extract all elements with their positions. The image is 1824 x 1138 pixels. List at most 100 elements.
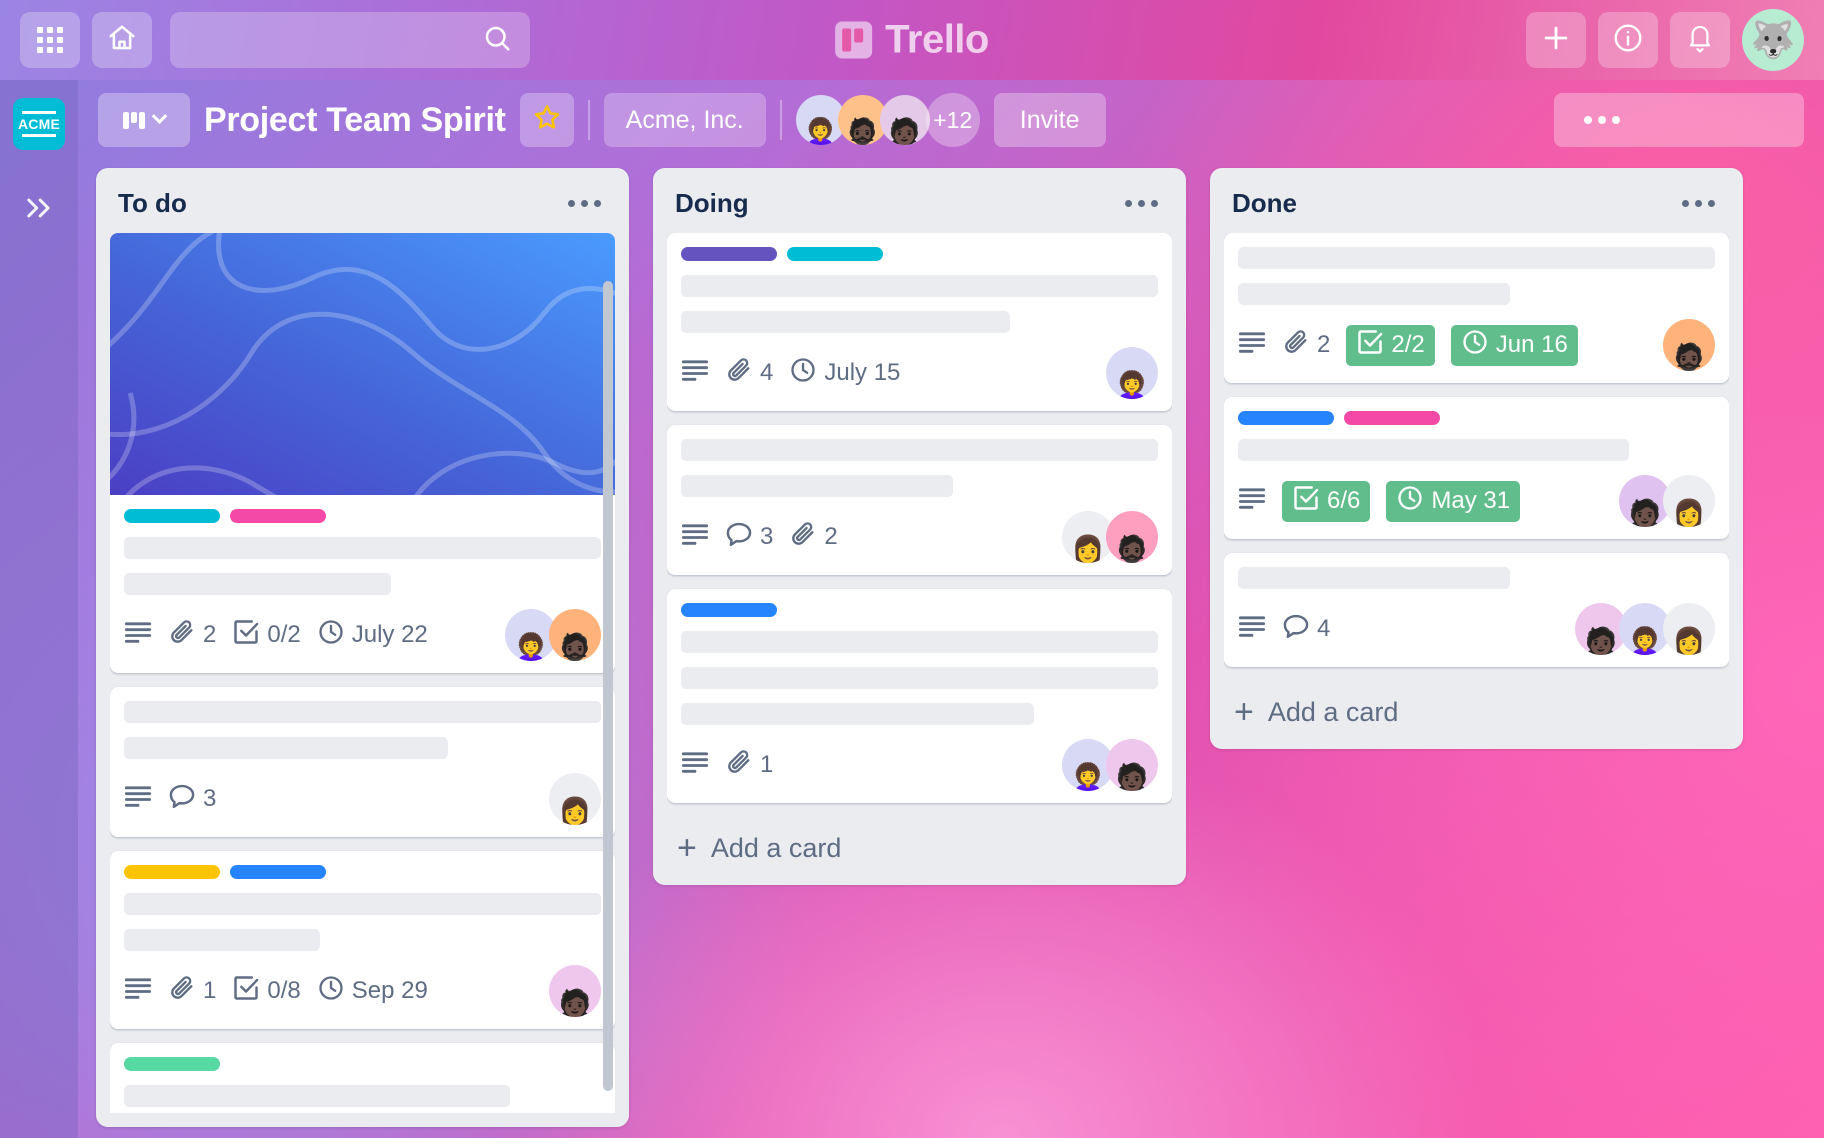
avatar[interactable]: 👩 [549, 773, 601, 825]
board-title: Project Team Spirit [204, 100, 506, 139]
chevron-down-icon [151, 107, 168, 124]
avatar[interactable]: 🧔🏿 [1663, 319, 1715, 371]
bell-icon [1685, 22, 1715, 59]
card-label[interactable] [787, 247, 883, 261]
card-label[interactable] [230, 865, 326, 879]
add-button[interactable] [1526, 12, 1586, 68]
badge-text: Sep 29 [351, 977, 428, 1004]
card-content: 2 2/2 Jun 16 🧔🏿 [1224, 233, 1729, 383]
avatar[interactable]: 👩‍🦱 [1106, 347, 1158, 399]
card-badge-checklist[interactable]: 0/2 [232, 618, 301, 653]
card-label[interactable] [124, 1057, 220, 1071]
card-badge-attachment[interactable]: 2 [168, 618, 216, 653]
card-badge-description[interactable] [124, 784, 152, 815]
card-badge-attachment[interactable]: 4 [725, 356, 773, 391]
star-board-button[interactable] [519, 93, 574, 147]
paperclip-icon [168, 974, 196, 1009]
notifications-button[interactable] [1670, 12, 1730, 68]
avatar[interactable]: 🧑🏿 [1106, 739, 1158, 791]
info-button[interactable] [1598, 12, 1658, 68]
invite-button[interactable]: Invite [993, 93, 1106, 147]
board-members: 👩‍🦱 🧔🏿 🧑🏿 +12 [795, 93, 980, 147]
card-label[interactable] [681, 603, 777, 617]
card-badge-description[interactable] [681, 750, 709, 781]
list-cards: 4 July 15 👩‍🦱 3 2 👩 🧔🏿 1 👩‍🦱 🧑🏿 + Add a card [667, 233, 1172, 871]
trello-brand: Trello [835, 18, 989, 63]
board-card[interactable]: 1 👩‍🦱 🧑🏿 [667, 589, 1172, 803]
avatar[interactable]: 🧑🏿 [879, 95, 930, 145]
home-button[interactable] [92, 12, 152, 68]
card-badge-description[interactable] [124, 976, 152, 1007]
expand-sidebar-button[interactable] [22, 194, 56, 226]
add-a-card-button[interactable]: + Add a card [667, 817, 1172, 871]
avatar[interactable]: 🧔🏿 [1106, 511, 1158, 563]
card-title-placeholder [681, 631, 1158, 653]
card-badge-attachment[interactable]: 1 [725, 748, 773, 783]
board-card[interactable]: 6/6 May 31 🧑🏿 👩 [1224, 397, 1729, 539]
card-label[interactable] [681, 247, 777, 261]
card-label[interactable] [1344, 411, 1440, 425]
avatar[interactable]: 🧑🏿 [549, 965, 601, 1017]
card-badge-attachment[interactable]: 1 [168, 974, 216, 1009]
search-icon[interactable] [482, 23, 512, 58]
list-menu-button[interactable] [562, 194, 607, 213]
card-title-placeholder [1238, 439, 1630, 461]
board-card[interactable]: 4 July 15 👩‍🦱 [667, 233, 1172, 411]
board-view-selector[interactable] [98, 93, 190, 147]
card-badge-description[interactable] [681, 522, 709, 553]
workspace-logo[interactable]: ACME [13, 98, 65, 150]
board-card[interactable] [110, 1043, 615, 1113]
card-badge-description[interactable] [124, 620, 152, 651]
card-badge-due[interactable]: May 31 [1386, 480, 1521, 522]
board-card[interactable]: 3 2 👩 🧔🏿 [667, 425, 1172, 575]
board-menu-button[interactable] [1554, 93, 1804, 147]
card-badge-description[interactable] [1238, 614, 1266, 645]
card-badge-description[interactable] [681, 358, 709, 389]
card-badge-due[interactable]: July 22 [317, 618, 428, 653]
checkbox-icon [1292, 484, 1320, 519]
list-scrollbar[interactable] [603, 281, 613, 1091]
card-badge-comment[interactable]: 3 [168, 783, 216, 816]
add-a-card-button[interactable]: + Add a card [1224, 681, 1729, 735]
card-badge-checklist[interactable]: 0/8 [232, 974, 301, 1009]
avatar[interactable]: 🧔🏿 [549, 609, 601, 661]
card-label[interactable] [230, 509, 326, 523]
search-bar[interactable] [170, 12, 530, 68]
board-card[interactable]: 2 0/2 July 22 👩‍🦱 🧔🏿 [110, 233, 615, 673]
board-card[interactable]: 2 2/2 Jun 16 🧔🏿 [1224, 233, 1729, 383]
card-badge-description[interactable] [1238, 486, 1266, 517]
ellipsis-dot [1598, 116, 1606, 124]
apps-grid-button[interactable] [20, 12, 80, 68]
board-card[interactable]: 4 🧑🏿 👩‍🦱 👩 [1224, 553, 1729, 667]
card-label[interactable] [124, 509, 220, 523]
board-card[interactable]: 3 👩 [110, 687, 615, 837]
avatar[interactable]: 👩 [1663, 603, 1715, 655]
card-label[interactable] [1238, 411, 1334, 425]
card-members: 🧑🏿 👩‍🦱 👩 [1575, 603, 1715, 655]
user-avatar[interactable]: 🐺 [1742, 9, 1804, 71]
avatar[interactable]: 👩 [1663, 475, 1715, 527]
card-badge-due[interactable]: Sep 29 [317, 974, 428, 1009]
card-badge-attachment[interactable]: 2 [1282, 328, 1330, 363]
card-badge-checklist[interactable]: 2/2 [1346, 324, 1435, 366]
card-title-placeholder [1238, 283, 1510, 305]
description-icon [681, 358, 709, 389]
board-card[interactable]: 1 0/8 Sep 29 🧑🏿 [110, 851, 615, 1029]
card-label[interactable] [124, 865, 220, 879]
workspace-button[interactable]: Acme, Inc. [603, 93, 766, 147]
list-menu-button[interactable] [1676, 194, 1721, 213]
card-badge-due[interactable]: July 15 [789, 356, 900, 391]
list-menu-button[interactable] [1119, 194, 1164, 213]
comment-icon [168, 783, 196, 816]
badge-text: 4 [760, 359, 774, 386]
card-badge-checklist[interactable]: 6/6 [1282, 480, 1371, 522]
logo-top-rule [22, 111, 56, 114]
card-badge-attachment[interactable]: 2 [789, 520, 838, 555]
card-title-placeholder [1238, 247, 1715, 269]
card-badge-comment[interactable]: 4 [1282, 613, 1330, 646]
card-badge-description[interactable] [1238, 330, 1266, 361]
card-badge-due[interactable]: Jun 16 [1450, 324, 1578, 366]
card-badge-comment[interactable]: 3 [725, 521, 773, 554]
member-overflow-count[interactable]: +12 [925, 93, 980, 147]
card-members: 🧔🏿 [1663, 319, 1715, 371]
